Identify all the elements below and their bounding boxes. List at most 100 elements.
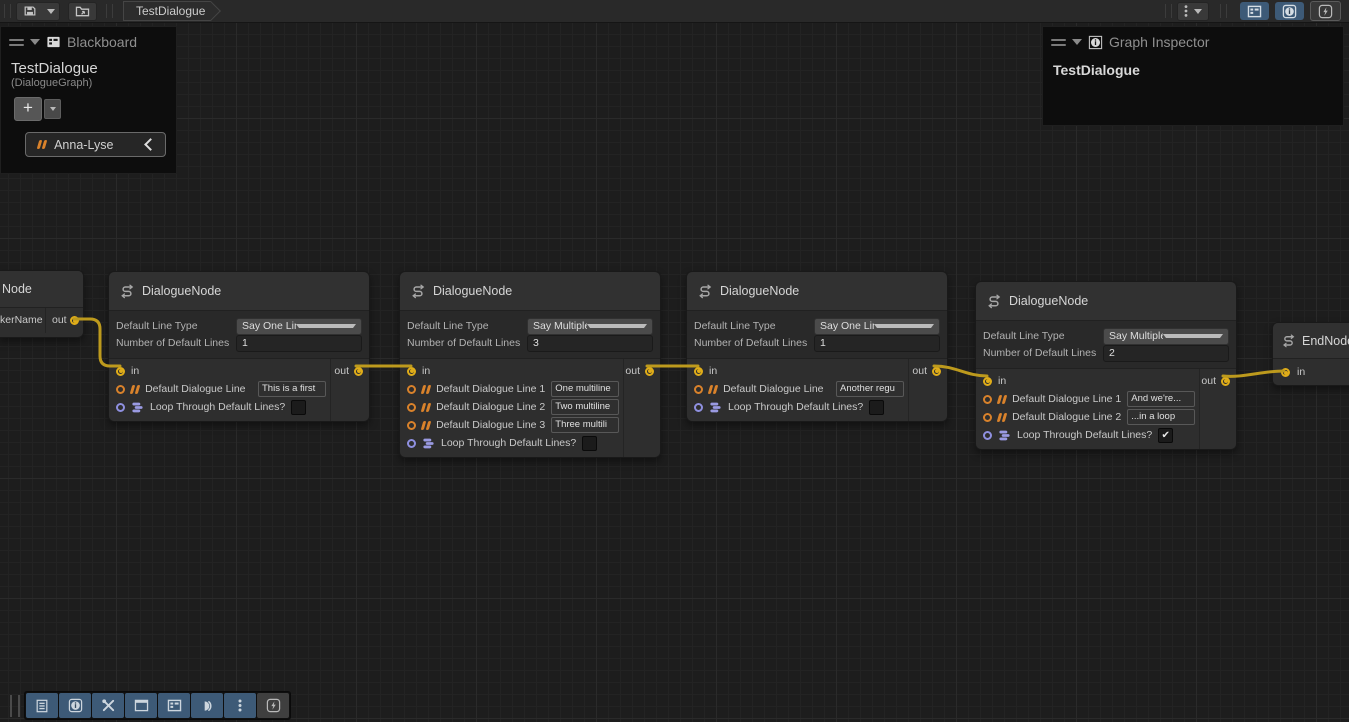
dialogue-node-1[interactable]: DialogueNode Default Line Type Say One L… bbox=[108, 271, 370, 422]
toolbar-drag-handle[interactable] bbox=[10, 695, 20, 717]
loop-checkbox[interactable] bbox=[291, 400, 306, 415]
dialogue-line-label: Default Dialogue Line 1 bbox=[1012, 393, 1121, 405]
spark-toggle-button[interactable] bbox=[1310, 1, 1341, 21]
in-port-label: in bbox=[998, 375, 1006, 387]
dialogue-node-3[interactable]: DialogueNode Default Line Type Say One L… bbox=[686, 271, 948, 422]
loop-checkbox[interactable] bbox=[582, 436, 597, 451]
in-port[interactable] bbox=[983, 377, 992, 386]
string-port[interactable] bbox=[694, 385, 703, 394]
line-type-dropdown[interactable]: Say Multiple Lines bbox=[527, 318, 653, 335]
bool-port[interactable] bbox=[116, 403, 125, 412]
blackboard-field-anna-lyse[interactable]: Anna-Lyse bbox=[25, 132, 166, 157]
end-node-partial[interactable]: EndNode in bbox=[1272, 322, 1349, 386]
num-lines-label: Number of Default Lines bbox=[694, 337, 814, 349]
num-lines-input[interactable]: 1 bbox=[814, 335, 940, 352]
window-button[interactable] bbox=[125, 693, 157, 718]
blackboard-toggle-icon bbox=[1247, 5, 1262, 18]
console-button[interactable] bbox=[26, 693, 58, 718]
string-port[interactable] bbox=[983, 413, 992, 422]
node-header: DialogueNode bbox=[687, 272, 947, 311]
loop-checkbox[interactable]: ✔ bbox=[1158, 428, 1173, 443]
out-port[interactable] bbox=[354, 367, 363, 376]
speaker-node-partial[interactable]: Node kerName out bbox=[0, 270, 84, 338]
chevron-left-icon[interactable] bbox=[144, 138, 157, 151]
out-port-label: out bbox=[912, 365, 927, 377]
breadcrumb-tab[interactable]: TestDialogue bbox=[123, 1, 211, 21]
bool-port[interactable] bbox=[694, 403, 703, 412]
signal-button[interactable] bbox=[191, 693, 223, 718]
loop-checkbox[interactable] bbox=[869, 400, 884, 415]
line-type-dropdown[interactable]: Say One Line bbox=[236, 318, 362, 335]
dialogue-line-input[interactable]: And we're... bbox=[1127, 391, 1195, 407]
bool-port[interactable] bbox=[983, 431, 992, 440]
loop-label: Loop Through Default Lines? bbox=[1017, 429, 1152, 441]
string-port[interactable] bbox=[983, 395, 992, 404]
line-type-dropdown[interactable]: Say One Line bbox=[814, 318, 940, 335]
blackboard-toggle-button[interactable] bbox=[1240, 2, 1269, 20]
drag-handle-icon[interactable] bbox=[9, 39, 24, 46]
add-property-dropdown-button[interactable] bbox=[44, 99, 61, 119]
add-dropdown-caret-icon bbox=[50, 107, 56, 111]
scriptable-object-icon bbox=[1281, 333, 1296, 348]
dialogue-line-input[interactable]: Another regu bbox=[836, 381, 904, 397]
num-lines-input[interactable]: 3 bbox=[527, 335, 653, 352]
line-type-value: Say One Line bbox=[242, 320, 296, 332]
in-port[interactable] bbox=[1281, 368, 1290, 377]
inspector-toggle-button[interactable] bbox=[1275, 2, 1304, 20]
out-port[interactable] bbox=[70, 316, 79, 325]
collapse-caret-icon[interactable] bbox=[30, 39, 40, 45]
line-type-label: Default Line Type bbox=[407, 320, 527, 332]
collapse-caret-icon[interactable] bbox=[1072, 39, 1082, 45]
blackboard-panel-header: Blackboard bbox=[1, 27, 176, 54]
out-port[interactable] bbox=[1221, 377, 1230, 386]
out-port[interactable] bbox=[932, 367, 941, 376]
toolbar-separator bbox=[106, 4, 113, 18]
string-port[interactable] bbox=[116, 385, 125, 394]
string-port[interactable] bbox=[407, 403, 416, 412]
bool-port[interactable] bbox=[407, 439, 416, 448]
quote-icon bbox=[997, 395, 1008, 404]
node-fields: Default Line Type Say Multiple Lines Num… bbox=[400, 311, 660, 359]
node-title: DialogueNode bbox=[720, 284, 799, 298]
in-port-label: in bbox=[422, 365, 430, 377]
options-menu-button[interactable] bbox=[1177, 2, 1209, 21]
dialogue-line-label: Default Dialogue Line 3 bbox=[436, 419, 545, 431]
dialogue-line-input[interactable]: Three multili bbox=[551, 417, 619, 433]
dialogue-line-label: Default Dialogue Line bbox=[723, 383, 823, 395]
loop-label: Loop Through Default Lines? bbox=[441, 437, 576, 449]
num-lines-input[interactable]: 2 bbox=[1103, 345, 1229, 362]
out-port[interactable] bbox=[645, 367, 654, 376]
options-caret-icon bbox=[1194, 9, 1202, 14]
output-ports: out bbox=[330, 359, 369, 421]
dialogue-line-input[interactable]: One multiline bbox=[551, 381, 619, 397]
graph-inspector-panel: Graph Inspector TestDialogue bbox=[1042, 26, 1344, 126]
dialogue-line-input[interactable]: ...in a loop bbox=[1127, 409, 1195, 425]
string-port[interactable] bbox=[407, 385, 416, 394]
blackboard-button[interactable] bbox=[158, 693, 190, 718]
in-port[interactable] bbox=[116, 367, 125, 376]
out-port-label: out bbox=[625, 365, 640, 377]
string-port[interactable] bbox=[407, 421, 416, 430]
save-dropdown-button[interactable] bbox=[43, 2, 60, 21]
spark-icon bbox=[266, 698, 281, 713]
line-type-dropdown[interactable]: Say Multiple Lines bbox=[1103, 328, 1229, 345]
dialogue-node-2[interactable]: DialogueNode Default Line Type Say Multi… bbox=[399, 271, 661, 458]
save-button[interactable] bbox=[16, 2, 44, 21]
in-port-label: in bbox=[709, 365, 717, 377]
dialogue-line-label: Default Dialogue Line bbox=[145, 383, 245, 395]
dialogue-node-4[interactable]: DialogueNode Default Line Type Say Multi… bbox=[975, 281, 1237, 450]
info-button[interactable] bbox=[59, 693, 91, 718]
tools-button[interactable] bbox=[92, 693, 124, 718]
in-port[interactable] bbox=[694, 367, 703, 376]
inspector-toggle-icon bbox=[1282, 4, 1297, 19]
num-lines-input[interactable]: 1 bbox=[236, 335, 362, 352]
loop-label: Loop Through Default Lines? bbox=[728, 401, 863, 413]
spark-button[interactable] bbox=[257, 693, 289, 718]
drag-handle-icon[interactable] bbox=[1051, 39, 1066, 46]
dialogue-line-input[interactable]: Two multiline bbox=[551, 399, 619, 415]
add-property-button[interactable]: + bbox=[14, 97, 42, 121]
more-options-button[interactable] bbox=[224, 693, 256, 718]
in-port[interactable] bbox=[407, 367, 416, 376]
dialogue-line-input[interactable]: This is a first bbox=[258, 381, 326, 397]
open-asset-button[interactable] bbox=[68, 2, 97, 21]
